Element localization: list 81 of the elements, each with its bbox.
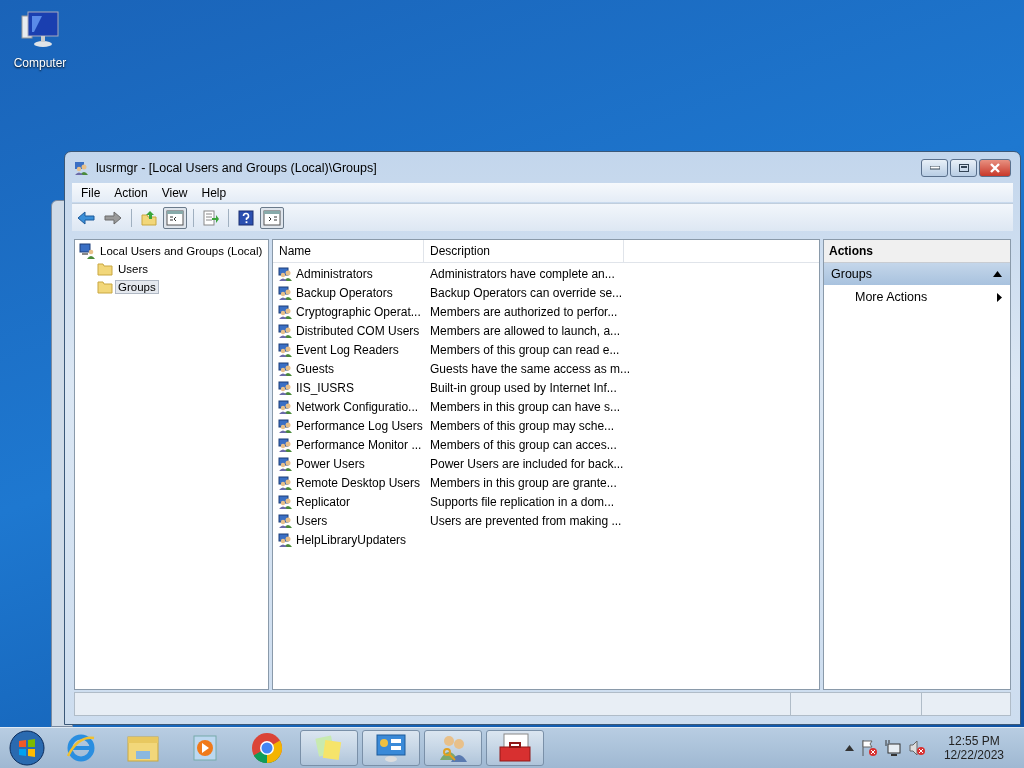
maximize-icon (958, 164, 969, 172)
user-group-icon (278, 322, 294, 339)
group-description: Members of this group can acces... (429, 437, 617, 452)
tree-item[interactable]: Users (115, 262, 152, 276)
user-group-icon (278, 379, 294, 396)
clock-time[interactable]: 12:55 PM (948, 734, 1000, 748)
menu-item[interactable]: Help (194, 184, 234, 201)
tree-item[interactable]: Local Users and Groups (Local) (97, 244, 266, 258)
folder-icon (97, 262, 113, 276)
minimize-button[interactable] (921, 159, 948, 177)
user-group-icon (278, 284, 294, 301)
toolbox-icon[interactable] (498, 733, 532, 763)
play-button-icon[interactable] (190, 733, 220, 763)
group-name[interactable]: Distributed COM Users (296, 323, 420, 338)
group-description: Power Users are included for back... (429, 456, 624, 471)
group-description: Guests have the same access as m... (429, 361, 631, 376)
desktop-icon-label[interactable]: Computer (13, 56, 67, 70)
speaker-muted-icon[interactable] (907, 739, 926, 757)
group-name[interactable]: Performance Log Users (296, 418, 423, 433)
group-name[interactable]: HelpLibraryUpdaters (296, 532, 407, 547)
menu-item[interactable]: View (154, 184, 195, 201)
group-name[interactable]: Network Configuratio... (296, 399, 419, 414)
close-button[interactable] (979, 159, 1011, 177)
group-description: Administrators have complete an... (429, 266, 615, 281)
user-group-icon (278, 531, 294, 548)
group-name[interactable]: Replicator (296, 494, 351, 509)
column-header[interactable]: Name (273, 240, 424, 262)
user-group-icon (278, 417, 294, 434)
group-name[interactable]: Guests (296, 361, 334, 376)
user-group-icon (278, 455, 294, 472)
control-panel-icon[interactable] (375, 733, 407, 763)
column-header[interactable]: Description (424, 240, 624, 262)
user-group-icon (278, 474, 294, 491)
user-group-icon (74, 159, 90, 176)
user-group-icon (278, 265, 294, 282)
group-description: Supports file replication in a dom... (429, 494, 615, 509)
group-name[interactable]: Backup Operators (296, 285, 393, 300)
taskbar-button[interactable] (486, 730, 544, 766)
window-title: lusrmgr - [Local Users and Groups (Local)\Groups] (96, 160, 378, 175)
group-description: Members of this group can read e... (429, 342, 620, 357)
group-description: Members are authorized to perfor... (429, 304, 618, 319)
show-hidden-icons-icon[interactable] (844, 745, 854, 751)
network-icon[interactable] (883, 739, 902, 757)
user-group-icon (278, 341, 294, 358)
actions-section-header[interactable]: Groups (824, 263, 1010, 285)
user-group-icon (278, 436, 294, 453)
close-icon (989, 163, 1001, 173)
group-name[interactable]: Remote Desktop Users (296, 475, 421, 490)
group-name[interactable]: Cryptographic Operat... (296, 304, 421, 319)
user-group-icon (278, 360, 294, 377)
user-group-icon (278, 303, 294, 320)
collapse-triangle-icon (993, 271, 1002, 277)
actions-header: Actions (824, 240, 1010, 263)
group-description: Members are allowed to launch, a... (429, 323, 621, 338)
group-description: Users are prevented from making ... (429, 513, 622, 528)
group-name[interactable]: Event Log Readers (296, 342, 399, 357)
group-name[interactable]: Users (296, 513, 328, 528)
menu-item[interactable]: File (74, 184, 108, 201)
folder-icon (97, 280, 113, 294)
group-name[interactable]: Performance Monitor ... (296, 437, 422, 452)
tree-item[interactable]: Groups (115, 280, 159, 294)
flag-error-icon[interactable] (859, 739, 878, 757)
menu-item[interactable]: Action (107, 184, 155, 201)
clock-date[interactable]: 12/22/2023 (943, 748, 1004, 762)
taskbar-button[interactable] (362, 730, 420, 766)
group-description: Members in this group are grante... (429, 475, 617, 490)
group-description: Built-in group used by Internet Inf... (429, 380, 617, 395)
minimize-icon (929, 166, 940, 170)
group-name[interactable]: IIS_IUSRS (296, 380, 355, 395)
browser-e-icon[interactable] (65, 732, 97, 764)
chrome-logo-icon[interactable] (251, 732, 283, 764)
group-name[interactable]: Administrators (296, 266, 373, 281)
group-name[interactable]: Power Users (296, 456, 365, 471)
user-group-icon (278, 398, 294, 415)
group-description: Members of this group may sche... (429, 418, 615, 433)
maximize-button[interactable] (950, 159, 977, 177)
group-description: Backup Operators can override se... (429, 285, 623, 300)
user-group-icon (278, 512, 294, 529)
user-group-icon (278, 493, 294, 510)
computer-users-icon (79, 243, 95, 259)
group-description: Members in this group can have s... (429, 399, 621, 414)
